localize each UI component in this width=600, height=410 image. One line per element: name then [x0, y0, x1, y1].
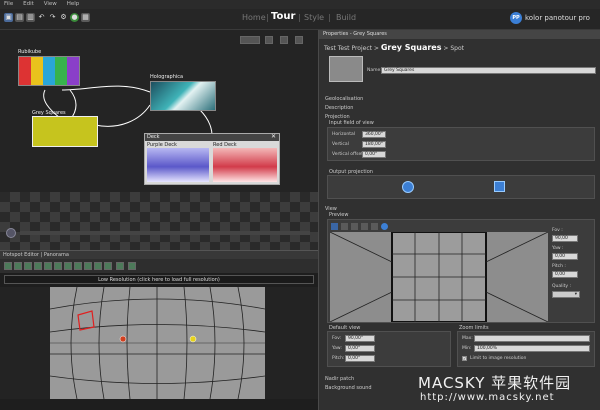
hotspot-tool-icon[interactable] [34, 262, 42, 270]
vertical-fov-field[interactable]: 180,00° [362, 141, 386, 148]
node-label-rubikube: Rubikube [18, 49, 42, 55]
section-description[interactable]: Description [325, 105, 353, 111]
preview-globe-icon[interactable] [381, 223, 388, 230]
menu-edit[interactable]: Edit [19, 0, 38, 7]
hotspot-tool-icon[interactable] [4, 262, 12, 270]
graph-checker-area [0, 192, 318, 250]
deck-group[interactable]: Deck ✕ Purple Deck Red Deck [144, 133, 280, 185]
hotspot-tool-icon[interactable] [84, 262, 92, 270]
quality-select[interactable]: ▾ [552, 291, 580, 298]
section-nadir-patch[interactable]: Nadir patch [325, 376, 354, 382]
preview-tool-icon[interactable] [341, 223, 348, 230]
node-holographica[interactable] [150, 81, 216, 111]
preview-pitch-field[interactable]: 0,00 [552, 271, 578, 278]
app-logo: PP kolor panotour pro [510, 12, 596, 24]
input-fov-box: Horizontal 360,00° Vertical 180,00° Vert… [327, 127, 595, 161]
hotspot-tool-icon[interactable] [74, 262, 82, 270]
preview-tool-icon[interactable] [331, 223, 338, 230]
menu-file[interactable]: File [0, 0, 17, 7]
save-icon[interactable]: ▥ [26, 13, 35, 22]
node-grey-squares[interactable] [32, 116, 98, 147]
hotspot-tool-icon[interactable] [64, 262, 72, 270]
watermark-url: http://www.macsky.net [420, 392, 555, 403]
menu-bar: File Edit View Help [0, 0, 600, 9]
hotspot-tool-icon[interactable] [128, 262, 136, 270]
output-projection-box [327, 175, 595, 199]
menu-help[interactable]: Help [63, 0, 84, 7]
tab-style[interactable]: Style [304, 13, 324, 22]
panotour-logo-icon: PP [510, 12, 522, 24]
name-label: Name: [367, 68, 382, 73]
node-label-holographica: Holographica [150, 74, 184, 80]
preview-tool-icon[interactable] [361, 223, 368, 230]
close-icon[interactable]: ✕ [271, 133, 276, 140]
hotspot-tool-icon[interactable] [14, 262, 22, 270]
preview-tool-icon[interactable] [371, 223, 378, 230]
hotspot-tool-icon[interactable] [116, 262, 124, 270]
input-fov-title: Input field of view [329, 120, 374, 126]
add-panorama-icon[interactable]: ▣ [4, 13, 13, 22]
zoom-max-field[interactable] [474, 335, 590, 342]
tab-tour[interactable]: Tour [271, 11, 295, 22]
tour-graph[interactable]: Rubikube Holographica Grey Squares Deck … [0, 30, 318, 192]
undo-icon[interactable]: ↶ [37, 13, 46, 22]
preview-box: Fov : 90,00 Yaw : 0,00 Pitch : 0,00 Qual… [327, 219, 595, 323]
node-rubikube[interactable] [18, 56, 80, 86]
spherical-projection-icon[interactable] [402, 181, 414, 193]
hotspot-tool-icon[interactable] [104, 262, 112, 270]
properties-panel: Properties - Grey Squares Test Test Proj… [318, 30, 600, 410]
settings-icon[interactable]: ⚙ [59, 13, 68, 22]
hotspot-toolbar [0, 259, 318, 273]
default-pitch-field[interactable]: 0,00° [345, 355, 375, 362]
panorama-canvas[interactable] [49, 286, 266, 400]
panorama-grid [49, 286, 266, 400]
default-fov-field[interactable]: 90,00° [345, 335, 375, 342]
section-geolocalisation[interactable]: Geolocalisation [325, 96, 363, 102]
hotspot-tool-icon[interactable] [24, 262, 32, 270]
tab-home[interactable]: Home [242, 13, 266, 22]
name-field[interactable]: Grey Squares [381, 67, 596, 74]
deck-title: Deck [147, 134, 160, 140]
preview-canvas[interactable] [330, 232, 548, 322]
watermark-title: MACSKY 苹果软件园 [418, 374, 572, 392]
zoom-limits-box: Max: Min: 100,00% ✓ Limit to image resol… [457, 331, 595, 367]
vertical-offset-field[interactable]: 0,00° [362, 151, 386, 158]
view-icon[interactable]: ▦ [81, 13, 90, 22]
redo-icon[interactable]: ↷ [48, 13, 57, 22]
breadcrumb: Test Test Project > Grey Squares > Spot [324, 43, 464, 52]
default-yaw-field[interactable]: 0,00° [345, 345, 375, 352]
preview-fov-field[interactable]: 90,00 [552, 235, 578, 242]
hotspot-tool-icon[interactable] [54, 262, 62, 270]
horizontal-fov-field[interactable]: 360,00° [362, 131, 386, 138]
open-icon[interactable]: ▤ [15, 13, 24, 22]
hotspot-editor-title: Hotspot Editor | Panorama [0, 250, 318, 259]
properties-title: Properties - Grey Squares [319, 30, 600, 39]
limit-resolution-checkbox[interactable]: ✓ [462, 356, 467, 361]
default-view-box: Fov: 90,00° Yaw: 0,00° Pitch: 0,00° [327, 331, 451, 367]
node-red-deck[interactable] [213, 148, 277, 182]
node-purple-deck[interactable] [147, 148, 209, 182]
preview-tool-icon[interactable] [351, 223, 358, 230]
watermark: MACSKY 苹果软件园 http://www.macsky.net [418, 372, 598, 408]
zoom-min-field[interactable]: 100,00% [474, 345, 590, 352]
graph-scrollbar[interactable] [20, 231, 310, 235]
preview-yaw-field[interactable]: 0,00 [552, 253, 578, 260]
low-resolution-button[interactable]: Low Resolution (click here to load full … [4, 275, 314, 284]
spot-thumbnail[interactable] [329, 56, 363, 82]
menu-view[interactable]: View [40, 0, 61, 7]
preview-title: Preview [329, 212, 349, 218]
build-icon[interactable]: ● [70, 13, 79, 22]
cubic-projection-icon[interactable] [494, 181, 505, 192]
chevron-down-icon: ▾ [574, 292, 577, 297]
home-icon[interactable] [6, 228, 16, 238]
section-background-sound[interactable]: Background sound [325, 385, 372, 391]
tab-build[interactable]: Build [336, 13, 356, 22]
hotspot-tool-icon[interactable] [94, 262, 102, 270]
app-name: kolor panotour pro [525, 14, 590, 22]
hotspot-tool-icon[interactable] [44, 262, 52, 270]
